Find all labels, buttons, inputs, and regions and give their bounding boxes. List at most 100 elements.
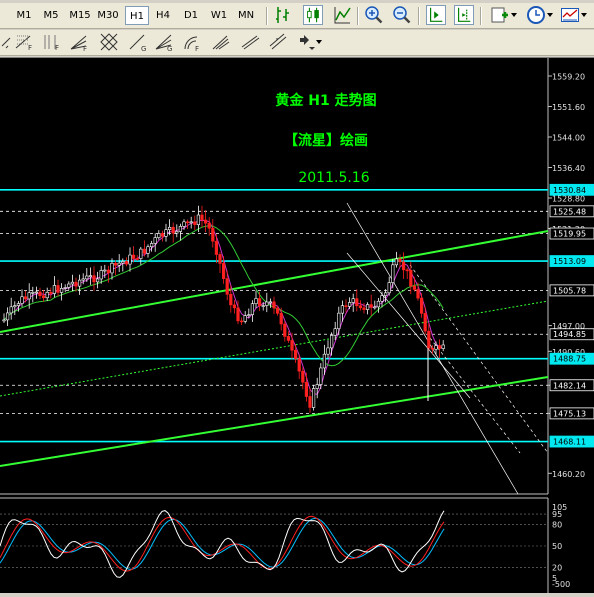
candle-body xyxy=(427,330,431,349)
candle-body xyxy=(124,261,128,265)
axis-label: 1559.20 xyxy=(552,73,585,82)
candle-body xyxy=(193,221,197,225)
fibonacci-arcs-icon[interactable]: F xyxy=(182,32,202,52)
auto-scroll-icon[interactable] xyxy=(426,5,446,25)
candle-body xyxy=(78,279,82,287)
candle-body xyxy=(405,269,409,272)
lower-trend-line xyxy=(0,376,549,467)
candle-body xyxy=(362,307,366,310)
level-label: 1482.14 xyxy=(553,381,586,390)
candle-body xyxy=(257,298,262,307)
candle-body xyxy=(99,270,103,280)
chevron-down-icon[interactable] xyxy=(547,13,553,17)
fibonacci-retracement-icon[interactable]: F xyxy=(14,32,34,52)
fibonacci-time-zones-icon[interactable]: F xyxy=(41,32,61,52)
svg-text:F: F xyxy=(55,44,59,52)
candle-body xyxy=(272,301,276,309)
bar-chart-icon[interactable] xyxy=(274,5,294,25)
timeframe-m30[interactable]: M30 xyxy=(95,6,121,25)
candle-body xyxy=(171,226,175,234)
zoom-in-icon[interactable] xyxy=(364,5,384,25)
candle-body xyxy=(157,233,161,238)
fibonacci-fan-icon[interactable]: F xyxy=(69,32,89,52)
candle-body xyxy=(211,227,215,242)
axis-label: 1528.80 xyxy=(552,195,585,204)
candle-body xyxy=(412,285,417,290)
timeframe-d1[interactable]: D1 xyxy=(180,6,202,25)
candle-body xyxy=(373,306,377,309)
candle-body xyxy=(135,258,139,260)
timeframe-m5[interactable]: M5 xyxy=(40,6,62,25)
level-label: 1519.95 xyxy=(553,230,586,239)
svg-text:F: F xyxy=(195,45,199,52)
candle-body xyxy=(437,345,442,349)
chevron-down-icon[interactable] xyxy=(316,40,322,44)
candle-body xyxy=(117,262,121,266)
candlestick-chart-icon[interactable] xyxy=(303,5,323,25)
candle-body xyxy=(344,305,348,307)
candle-body xyxy=(308,396,312,408)
regression-channel-icon[interactable] xyxy=(240,32,260,52)
candle-body xyxy=(103,269,107,272)
candle-body xyxy=(398,258,402,263)
candle-body xyxy=(416,289,420,299)
candle-body xyxy=(31,292,35,294)
candle-body xyxy=(315,384,319,389)
andrews-pitchfork-icon[interactable] xyxy=(211,32,231,52)
candle-body xyxy=(200,214,204,221)
timeframe-h4[interactable]: H4 xyxy=(152,6,174,25)
candle-body xyxy=(20,296,24,304)
candle-body xyxy=(358,305,363,309)
candle-body xyxy=(63,287,67,289)
gann-grid-icon[interactable] xyxy=(99,32,119,52)
channel-line xyxy=(429,337,521,454)
chart-window[interactable]: 黄金 H1 走势图 【流星】绘画 2011.5.16 1559.20 1551.6… xyxy=(0,57,594,593)
chevron-down-icon[interactable] xyxy=(581,13,587,17)
gann-fan-icon[interactable]: G xyxy=(154,32,174,52)
candle-body xyxy=(283,323,287,337)
candle-body xyxy=(261,305,265,307)
chart-title: 黄金 H1 走势图 xyxy=(275,92,376,109)
arrows-icon[interactable] xyxy=(297,32,317,52)
candle-body xyxy=(322,353,327,369)
indicators-icon[interactable] xyxy=(490,5,510,25)
candle-body xyxy=(225,278,229,295)
candle-body xyxy=(92,275,96,283)
chevron-down-icon[interactable] xyxy=(511,13,517,17)
level-label: 1488.75 xyxy=(553,355,586,364)
candle-body xyxy=(13,305,17,308)
zoom-out-icon[interactable] xyxy=(392,5,412,25)
candle-body xyxy=(232,304,237,309)
timeframe-m1[interactable]: M1 xyxy=(13,6,35,25)
candle-body xyxy=(207,222,211,229)
candle-body xyxy=(240,320,244,323)
svg-text:G: G xyxy=(167,45,172,52)
clock-icon[interactable] xyxy=(526,5,546,25)
timeframe-mn[interactable]: MN xyxy=(234,6,258,25)
candle-body xyxy=(106,269,110,274)
candle-body xyxy=(301,370,305,383)
candle-body xyxy=(96,278,100,283)
chart-shift-icon[interactable] xyxy=(454,5,474,25)
candle-body xyxy=(351,298,355,303)
level-label: 1475.13 xyxy=(553,409,586,418)
timeframe-m15[interactable]: M15 xyxy=(67,6,93,25)
timeframe-h1[interactable]: H1 xyxy=(125,6,149,25)
timeframe-w1[interactable]: W1 xyxy=(208,6,230,25)
candle-body xyxy=(311,388,316,408)
level-label: 1525.48 xyxy=(553,207,586,216)
candle-body xyxy=(441,344,445,349)
upper-trend-line xyxy=(0,230,549,333)
candle-body xyxy=(164,229,168,237)
candle-body xyxy=(204,219,208,224)
candle-body xyxy=(74,281,78,287)
templates-icon[interactable] xyxy=(560,5,580,25)
gann-line-icon[interactable]: G xyxy=(128,32,148,52)
line-chart-icon[interactable] xyxy=(332,5,352,25)
candle-body xyxy=(214,240,219,255)
candle-body xyxy=(2,319,6,322)
std-deviation-channel-icon[interactable] xyxy=(268,32,288,52)
price-chart[interactable]: 黄金 H1 走势图 【流星】绘画 2011.5.16 1559.20 1551.6… xyxy=(0,58,594,593)
candle-body xyxy=(6,312,10,321)
candle-body xyxy=(88,275,92,277)
